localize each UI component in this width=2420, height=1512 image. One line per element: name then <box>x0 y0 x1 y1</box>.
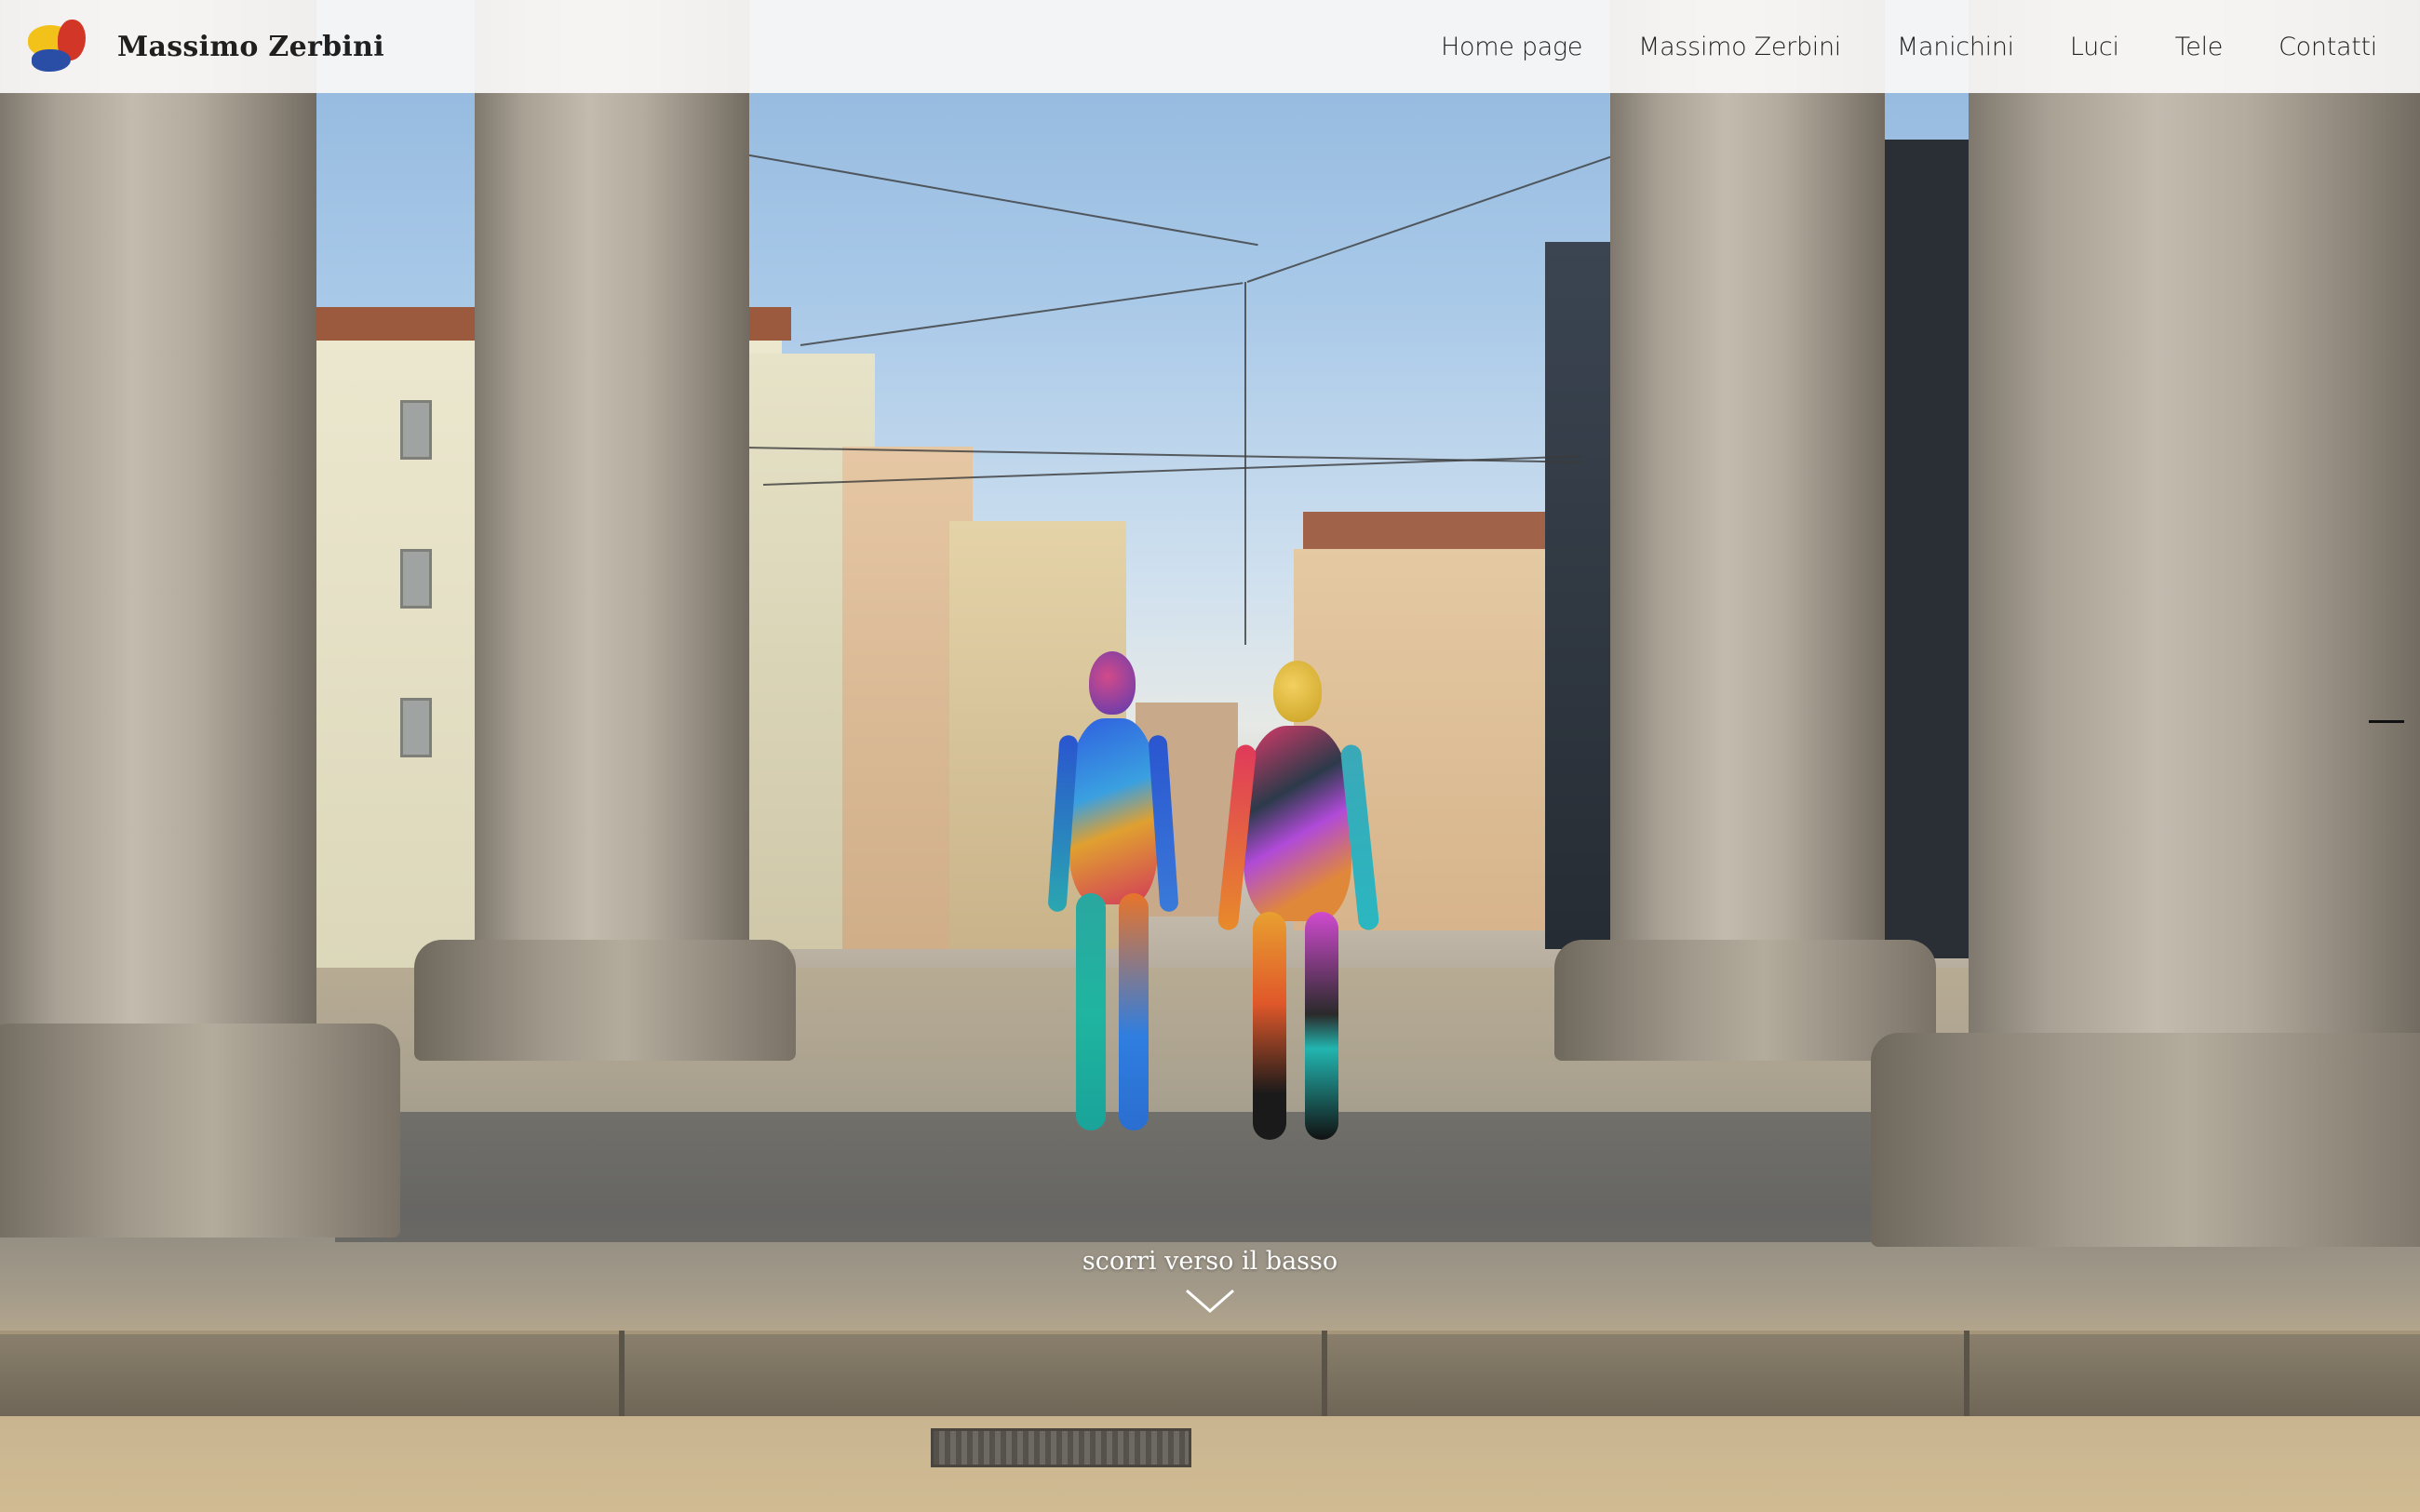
scroll-cue[interactable]: scorri verso il basso <box>0 1247 2420 1315</box>
brand[interactable]: Massimo Zerbini <box>24 20 384 74</box>
palette-logo-icon[interactable] <box>24 20 86 74</box>
slide-indicator[interactable] <box>2369 720 2404 723</box>
main-nav: Home page Massimo Zerbini Manichini Luci… <box>1441 33 2377 61</box>
column-3 <box>1610 0 1885 958</box>
scroll-hint-text[interactable]: scorri verso il basso <box>1082 1247 1338 1276</box>
mannequin-male <box>1217 661 1380 1144</box>
chevron-down-icon[interactable] <box>1184 1287 1236 1315</box>
mannequin-female <box>1042 651 1182 1135</box>
building-right-tower <box>1871 140 1983 958</box>
nav-tele[interactable]: Tele <box>2175 33 2224 61</box>
drain-grate <box>931 1428 1191 1467</box>
nav-luci[interactable]: Luci <box>2070 33 2119 61</box>
column-4 <box>1969 0 2420 1051</box>
nav-contatti[interactable]: Contatti <box>2279 33 2377 61</box>
nav-manichini[interactable]: Manichini <box>1897 33 2014 61</box>
nav-massimo-zerbini[interactable]: Massimo Zerbini <box>1638 33 1841 61</box>
column-2 <box>475 0 749 958</box>
site-title[interactable]: Massimo Zerbini <box>117 31 384 63</box>
site-header: Massimo Zerbini Home page Massimo Zerbin… <box>0 0 2420 93</box>
nav-home-page[interactable]: Home page <box>1441 33 1582 61</box>
curb <box>0 1331 2420 1416</box>
column-1 <box>0 0 316 1042</box>
